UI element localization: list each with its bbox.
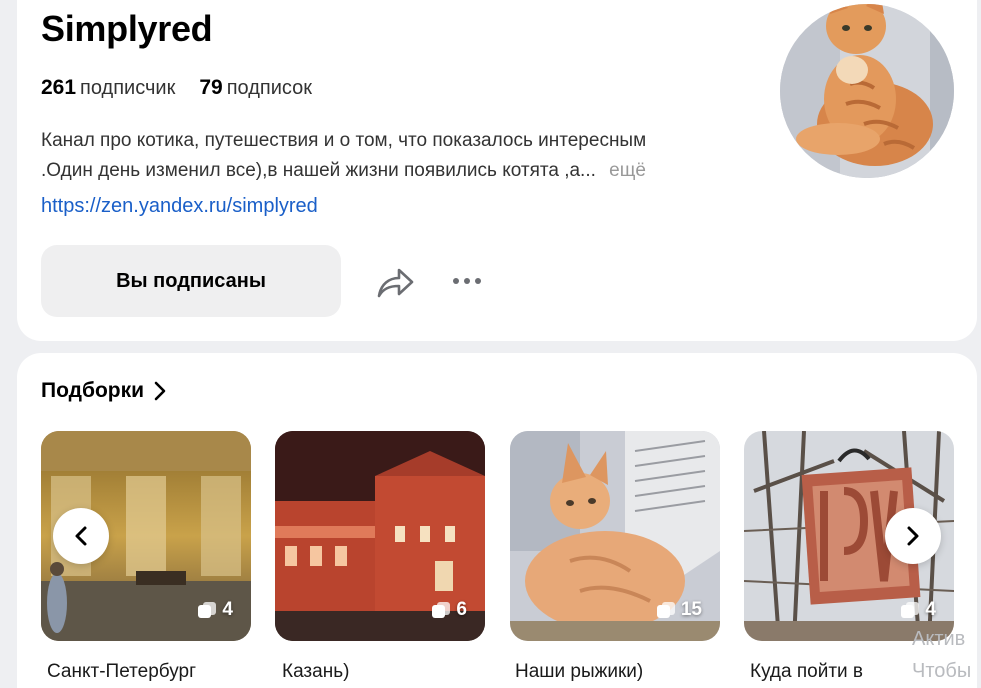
collection-caption[interactable]: Казань) [282, 661, 349, 683]
collection-count-value: 4 [925, 599, 936, 620]
subscribers-label: подписчик [80, 77, 176, 99]
activation-watermark-line1: Актив [912, 628, 966, 650]
channel-title: Simplyred [41, 8, 213, 49]
profile-card: Simplyred 261 подписчик 79 подписок Канал … [17, 0, 977, 341]
collection-tile[interactable]: 15 [510, 431, 720, 641]
collection-count-value: 15 [680, 599, 702, 620]
collection-caption[interactable]: Куда пойти в [750, 661, 863, 683]
activation-watermark-line2: Чтобы [912, 660, 972, 682]
collection-tile[interactable]: 6 [275, 431, 485, 641]
more-dots-icon [453, 278, 481, 284]
description-more-link[interactable]: ещё [609, 160, 646, 181]
stack-icon [656, 602, 675, 618]
cat-avatar-image [780, 4, 954, 178]
collection-count: 4 [900, 599, 936, 621]
subscribers-count[interactable]: 261 подписчик [41, 76, 175, 100]
stack-icon [901, 602, 920, 618]
subscriptions-count[interactable]: 79 подписок [199, 76, 312, 100]
collection-count: 6 [431, 599, 467, 621]
channel-avatar[interactable] [780, 4, 954, 178]
subscriptions-label: подписок [226, 77, 313, 99]
channel-stats: 261 подписчик 79 подписок [41, 76, 312, 100]
chevron-right-icon [154, 381, 166, 401]
channel-description: Канал про котика, путешествия и о том, ч… [41, 126, 761, 186]
stack-icon [432, 602, 451, 618]
stack-icon [198, 602, 217, 618]
description-line-1: Канал про котика, путешествия и о том, ч… [41, 130, 647, 151]
collection-count-value: 4 [222, 599, 233, 620]
collections-header[interactable]: Подборки [41, 379, 166, 403]
collection-caption[interactable]: Санкт-Петербург [47, 661, 196, 683]
collection-count: 4 [197, 599, 233, 621]
subscribers-number: 261 [41, 76, 77, 99]
carousel-prev-button[interactable] [53, 508, 109, 564]
carousel-next-button[interactable] [885, 508, 941, 564]
collection-count: 15 [656, 599, 702, 621]
subscriptions-number: 79 [199, 76, 223, 99]
channel-url-link[interactable]: https://zen.yandex.ru/simplyred [41, 195, 318, 218]
chevron-right-icon [907, 526, 919, 546]
share-button[interactable] [373, 260, 417, 304]
more-button[interactable] [445, 262, 489, 300]
collection-count-value: 6 [456, 599, 467, 620]
collections-card: Подборки 4 Санкт-Петербург 6 Казань) 15 … [17, 353, 977, 688]
collection-caption[interactable]: Наши рыжики) [515, 661, 643, 683]
subscribed-button[interactable]: Вы подписаны [41, 245, 341, 317]
chevron-left-icon [75, 526, 87, 546]
share-icon [377, 268, 414, 298]
collections-title: Подборки [41, 379, 145, 402]
description-line-2: .Один день изменил все),в нашей жизни по… [41, 160, 596, 181]
